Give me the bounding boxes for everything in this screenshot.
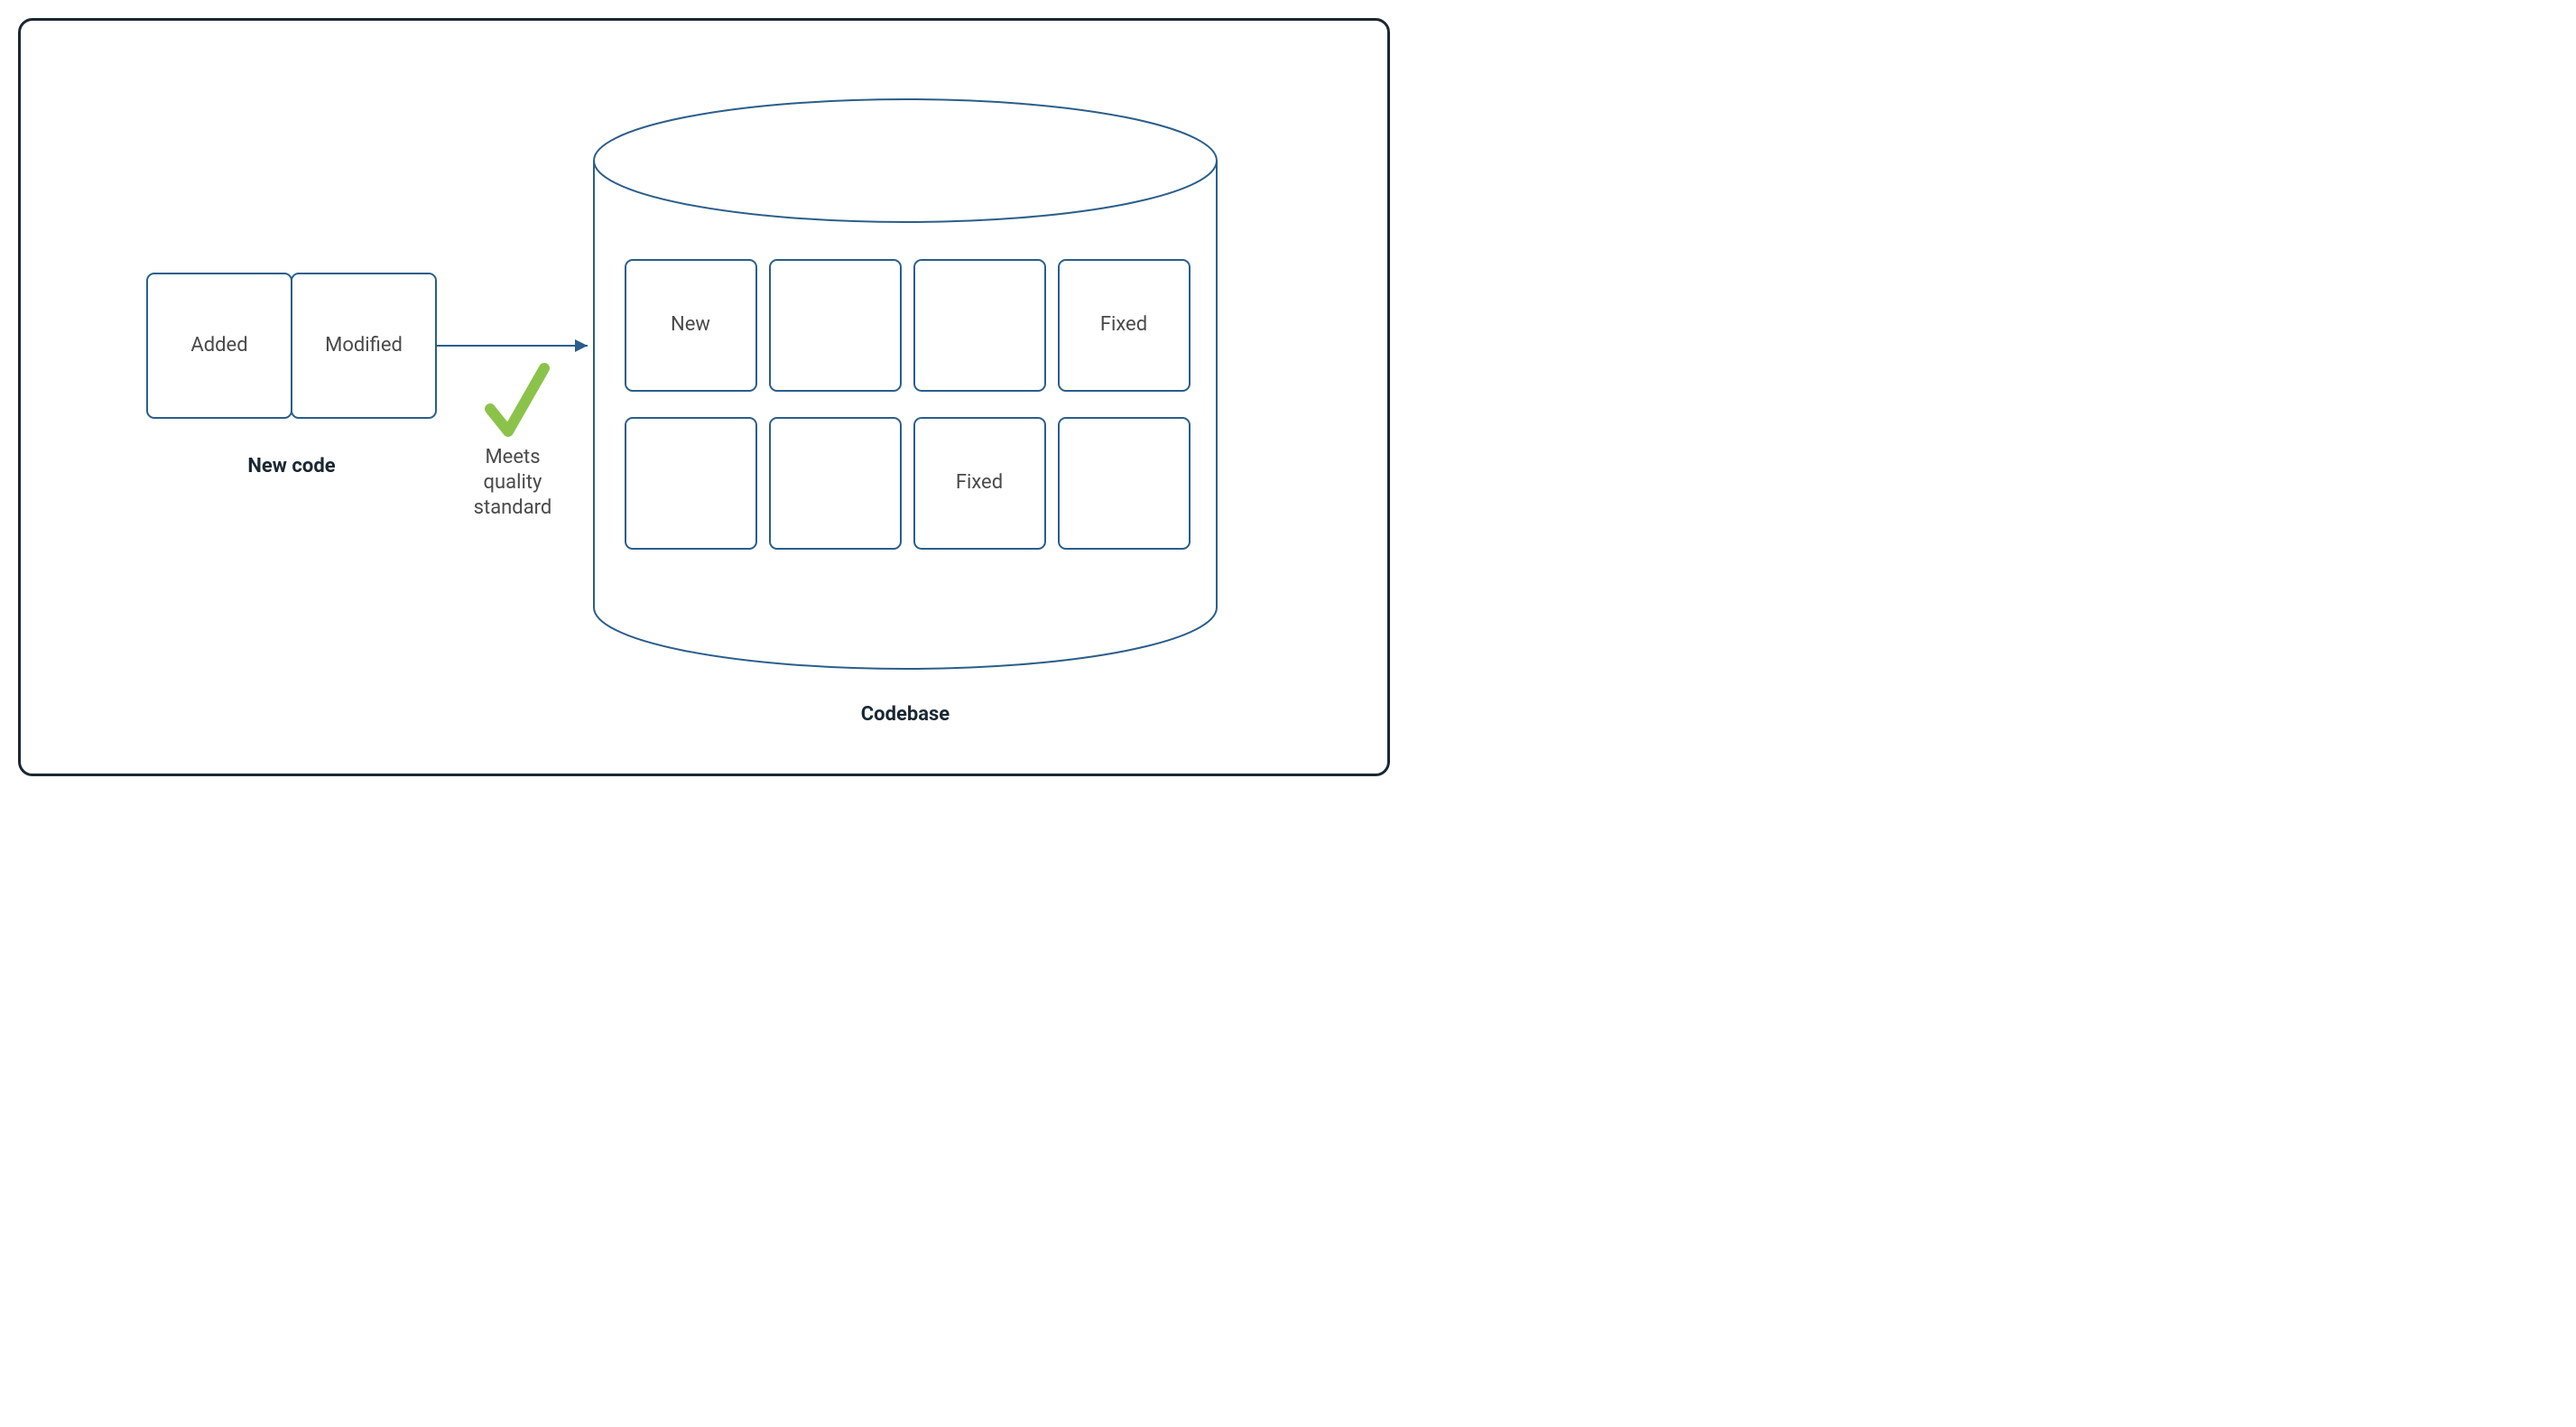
new-code-box-modified-label: Modified	[325, 334, 403, 357]
codebase-cell-0-1	[770, 260, 901, 391]
new-code-box-added-label: Added	[190, 334, 247, 357]
quality-gate-line2: quality	[484, 471, 542, 494]
codebase-caption: Codebase	[861, 703, 950, 726]
codebase-cell-1-0	[625, 418, 756, 549]
codebase-cylinder: New Fixed Fixed Codebase	[594, 99, 1217, 726]
quality-gate-line1: Meets	[485, 446, 540, 468]
diagram-frame: Added Modified New code Meets quality st…	[18, 18, 1390, 776]
quality-gate-label: Meets quality standard	[474, 446, 552, 519]
codebase-cell-0-3-label: Fixed	[1100, 313, 1147, 336]
new-code-caption: New code	[247, 455, 335, 477]
quality-gate-line3: standard	[474, 496, 552, 519]
new-code-group: Added Modified New code	[147, 273, 436, 477]
arrow	[436, 339, 588, 352]
codebase-cell-1-1	[770, 418, 901, 549]
codebase-cell-1-3	[1059, 418, 1190, 549]
codebase-cell-0-0-label: New	[671, 313, 710, 336]
codebase-cell-1-2-label: Fixed	[956, 471, 1003, 494]
diagram-svg: Added Modified New code Meets quality st…	[21, 21, 1393, 779]
codebase-cell-0-2	[914, 260, 1045, 391]
checkmark-icon	[490, 368, 544, 431]
